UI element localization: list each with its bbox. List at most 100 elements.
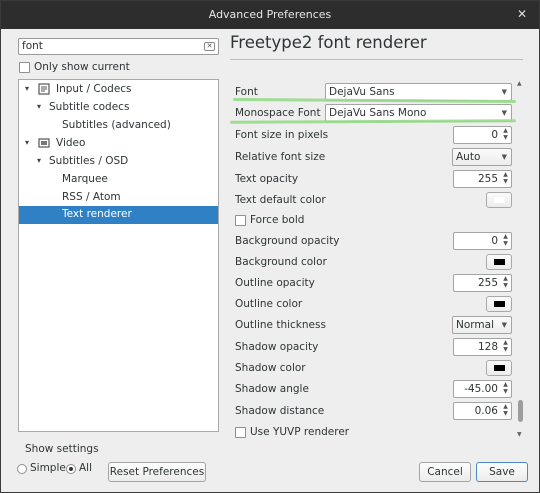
spin-arrows-icon[interactable]: ▲ ▼ (501, 339, 510, 355)
spin-arrows-icon[interactable]: ▲ ▼ (501, 127, 510, 143)
scroll-up-icon[interactable]: ▲ (517, 80, 522, 87)
text-opacity-spinbox[interactable]: 255 ▲ ▼ (453, 170, 512, 188)
setting-shadow-opacity: Shadow opacity 128 ▲ ▼ (230, 337, 516, 358)
spin-arrows-icon[interactable]: ▲ ▼ (501, 403, 510, 419)
search-input[interactable]: font ✕ (18, 38, 219, 55)
chevron-down-icon[interactable]: ▾ (25, 84, 29, 93)
setting-shadow-distance: Shadow distance 0.06 ▲ ▼ (230, 401, 516, 422)
only-show-current-checkbox[interactable] (19, 62, 30, 73)
settings-panel: Font DejaVu Sans ▼ Monospace Font DejaVu… (230, 80, 516, 438)
chevron-down-icon: ▼ (501, 88, 507, 96)
font-value: DejaVu Sans (329, 86, 395, 98)
tree-item-label: Text renderer (62, 208, 132, 220)
clear-icon[interactable]: ✕ (204, 42, 215, 51)
setting-outline-thickness: Outline thickness Normal ▼ (230, 315, 516, 336)
setting-background-color: Background color (230, 252, 516, 273)
setting-label: Font size in pixels (235, 129, 329, 141)
setting-relative-font-size: Relative font size Auto ▼ (230, 147, 516, 168)
chevron-down-icon[interactable]: ▾ (37, 102, 41, 111)
close-icon[interactable]: ✕ (517, 7, 527, 21)
category-tree: ▾ Input / Codecs ▾ Subtitle codecs Subti… (18, 79, 219, 432)
tree-item-subtitle-codecs[interactable]: ▾ Subtitle codecs (19, 99, 218, 117)
cancel-button[interactable]: Cancel (419, 462, 471, 482)
shadow-opacity-spinbox[interactable]: 128 ▲ ▼ (453, 338, 512, 356)
spin-arrows-icon[interactable]: ▲ ▼ (501, 275, 510, 291)
setting-label: Outline thickness (235, 319, 326, 331)
tree-item-marquee[interactable]: Marquee (19, 171, 218, 189)
chevron-down-icon: ▼ (501, 153, 507, 161)
setting-label: Shadow color (235, 362, 306, 374)
settings-scrollbar[interactable]: ▲ ▼ (517, 80, 524, 438)
setting-outline-opacity: Outline opacity 255 ▲ ▼ (230, 273, 516, 294)
setting-font-size: Font size in pixels 0 ▲ ▼ (230, 125, 516, 146)
force-bold-checkbox[interactable] (235, 215, 246, 226)
title-bar: Advanced Preferences ✕ (1, 1, 539, 29)
outline-thickness-value: Normal (456, 319, 494, 331)
chevron-down-icon[interactable]: ▾ (37, 156, 41, 165)
spin-arrows-icon[interactable]: ▲ ▼ (501, 381, 510, 397)
relative-font-size-value: Auto (456, 151, 481, 163)
setting-yuvp-renderer: Use YUVP renderer (230, 422, 516, 438)
background-color-button[interactable] (486, 254, 512, 270)
scrollbar-thumb[interactable] (518, 400, 523, 422)
simple-radio[interactable] (17, 464, 27, 474)
chevron-down-icon: ▼ (501, 321, 507, 329)
setting-label: Outline opacity (235, 277, 315, 289)
outline-color-button[interactable] (486, 296, 512, 312)
codec-icon (38, 83, 50, 95)
color-swatch (494, 365, 505, 371)
tree-item-label: Subtitles (advanced) (62, 119, 171, 131)
setting-label: Shadow angle (235, 383, 309, 395)
tree-item-text-renderer[interactable]: Text renderer (19, 206, 218, 224)
tree-item-label: Video (56, 137, 86, 149)
tree-item-input-codecs[interactable]: ▾ Input / Codecs (19, 81, 218, 99)
page-title: Freetype2 font renderer (230, 33, 427, 52)
tree-item-label: Input / Codecs (56, 83, 132, 95)
text-opacity-value: 255 (477, 173, 498, 185)
setting-label: Font (235, 86, 258, 98)
reset-preferences-button[interactable]: Reset Preferences (108, 462, 206, 482)
save-button[interactable]: Save (476, 462, 528, 482)
relative-font-size-combo[interactable]: Auto ▼ (452, 148, 512, 166)
outline-opacity-spinbox[interactable]: 255 ▲ ▼ (453, 274, 512, 292)
shadow-angle-spinbox[interactable]: -45.00 ▲ ▼ (453, 380, 512, 398)
tree-item-subtitles-osd[interactable]: ▾ Subtitles / OSD (19, 153, 218, 171)
all-radio[interactable] (66, 464, 76, 474)
setting-label: Use YUVP renderer (250, 426, 350, 438)
setting-text-opacity: Text opacity 255 ▲ ▼ (230, 169, 516, 190)
setting-label: Shadow opacity (235, 341, 319, 353)
simple-radio-label: Simple (30, 462, 66, 474)
background-opacity-spinbox[interactable]: 0 ▲ ▼ (453, 232, 512, 250)
setting-text-default-color: Text default color (230, 190, 516, 211)
scroll-down-icon[interactable]: ▼ (517, 431, 522, 438)
tree-item-rss-atom[interactable]: RSS / Atom (19, 189, 218, 207)
outline-thickness-combo[interactable]: Normal ▼ (452, 316, 512, 334)
setting-label: Force bold (250, 214, 305, 226)
shadow-color-button[interactable] (486, 360, 512, 376)
shadow-distance-value: 0.06 (474, 405, 498, 417)
text-color-button[interactable] (486, 192, 512, 208)
tree-item-label: Subtitles / OSD (49, 155, 129, 167)
setting-shadow-color: Shadow color (230, 358, 516, 379)
outline-opacity-value: 255 (477, 277, 498, 289)
spin-arrows-icon[interactable]: ▲ ▼ (501, 233, 510, 249)
tree-item-video[interactable]: ▾ Video (19, 135, 218, 153)
yuvp-renderer-checkbox[interactable] (235, 427, 246, 438)
setting-shadow-angle: Shadow angle -45.00 ▲ ▼ (230, 379, 516, 400)
chevron-down-icon[interactable]: ▾ (25, 138, 29, 147)
setting-label: Monospace Font (235, 107, 321, 119)
setting-label: Outline color (235, 298, 303, 310)
setting-label: Text default color (235, 194, 326, 206)
color-swatch (494, 301, 505, 307)
tree-item-subtitles-advanced[interactable]: Subtitles (advanced) (19, 117, 218, 135)
setting-label: Background opacity (235, 235, 340, 247)
shadow-opacity-value: 128 (477, 341, 498, 353)
chevron-down-icon: ▼ (501, 109, 507, 117)
show-settings-label: Show settings (25, 443, 99, 455)
divider (230, 59, 523, 60)
font-size-value: 0 (491, 129, 498, 141)
font-size-spinbox[interactable]: 0 ▲ ▼ (453, 126, 512, 144)
spin-arrows-icon[interactable]: ▲ ▼ (501, 171, 510, 187)
shadow-distance-spinbox[interactable]: 0.06 ▲ ▼ (453, 402, 512, 420)
tree-item-label: Marquee (62, 173, 108, 185)
